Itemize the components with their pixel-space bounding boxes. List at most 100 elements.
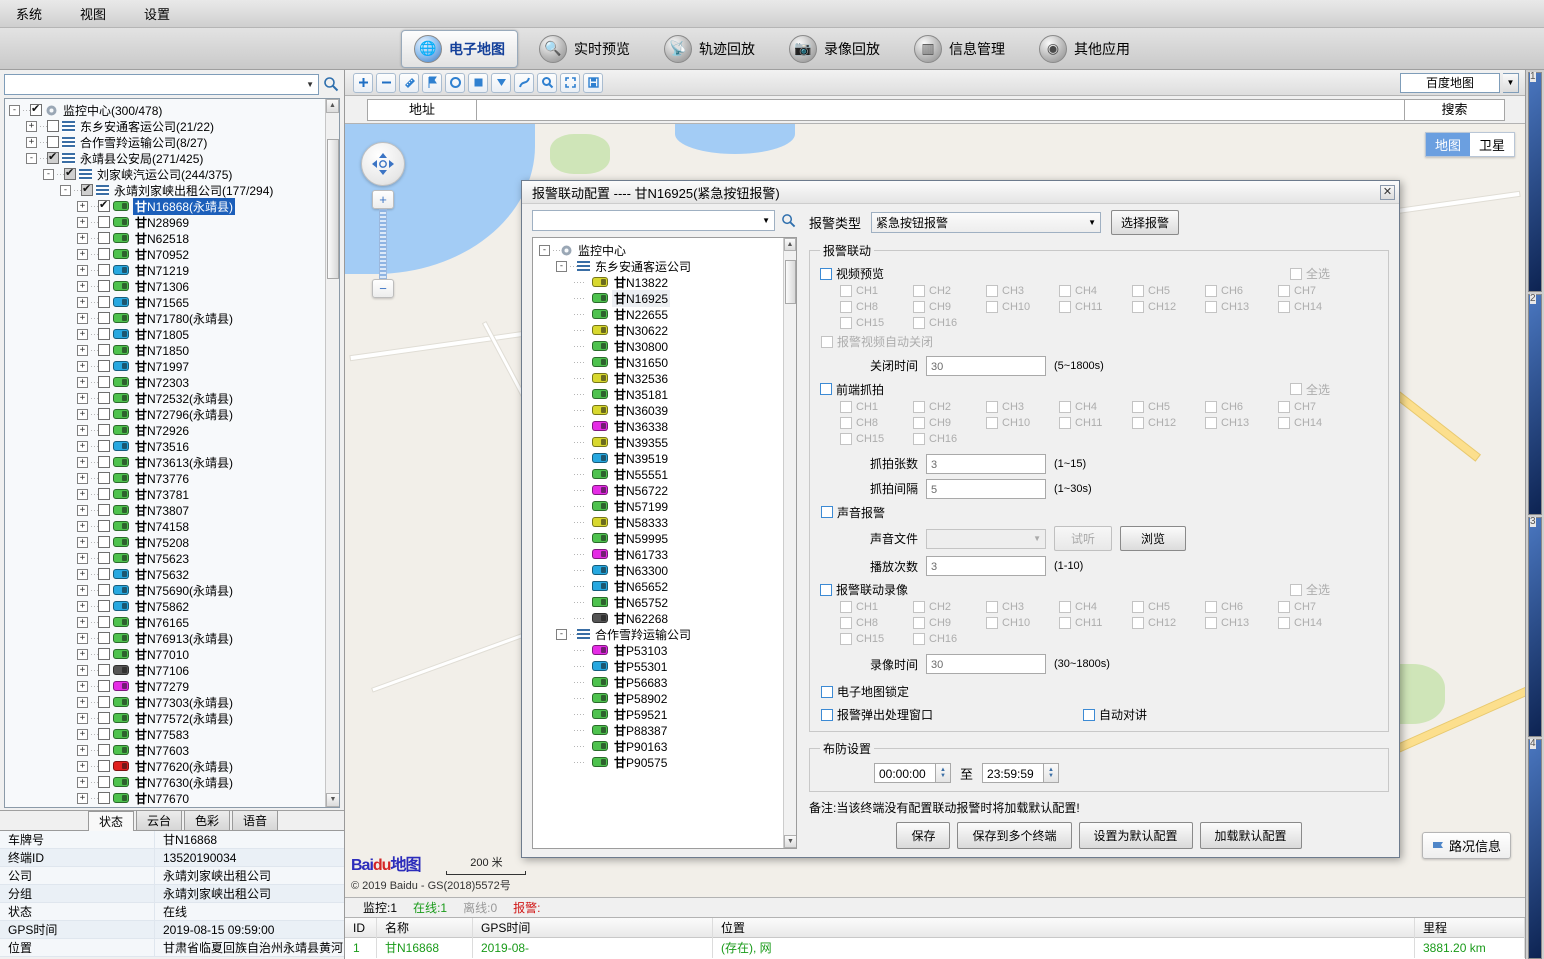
dialog-tree-node[interactable]: ····甘N13822	[539, 274, 796, 290]
channel-checkbox-ch6[interactable]: CH6	[1205, 285, 1278, 297]
dialog-device-tree[interactable]: -···监控中心-···东乡安通客运公司····甘N13822····甘N169…	[533, 238, 796, 848]
channel-checkbox-ch14[interactable]: CH14	[1278, 301, 1351, 313]
tree-node[interactable]: +···甘N72303	[9, 374, 339, 390]
time-to-value[interactable]: 23:59:59	[982, 763, 1044, 783]
video-cell[interactable]: 2	[1528, 294, 1542, 514]
alarm-type-select[interactable]: 紧急按钮报警 ▼	[871, 212, 1101, 233]
spinner-arrows-icon[interactable]: ▲▼	[1044, 763, 1059, 783]
video-cell[interactable]: 1	[1528, 72, 1542, 292]
tree-checkbox[interactable]	[98, 648, 110, 660]
expander-icon[interactable]: -	[43, 169, 54, 180]
zoom-out-icon[interactable]	[376, 73, 396, 93]
sound-file-select[interactable]: ▼	[926, 529, 1046, 549]
channel-checkbox-ch8[interactable]: CH8	[840, 417, 913, 429]
expander-icon[interactable]: +	[77, 473, 88, 484]
expander-icon[interactable]: +	[77, 633, 88, 644]
channel-checkbox-ch7[interactable]: CH7	[1278, 285, 1351, 297]
channel-checkbox-ch12[interactable]: CH12	[1132, 617, 1205, 629]
expander-icon[interactable]: +	[77, 649, 88, 660]
tree-node[interactable]: +···甘N71805	[9, 326, 339, 342]
load-default-button[interactable]: 加载默认配置	[1200, 822, 1302, 849]
expander-icon[interactable]: +	[77, 729, 88, 740]
tab-xinxi-guanli[interactable]: ▥ 信息管理	[901, 30, 1018, 68]
channel-checkbox-ch16[interactable]: CH16	[913, 433, 986, 445]
scroll-thumb[interactable]	[327, 139, 339, 279]
tree-node[interactable]: +···甘N62518	[9, 230, 339, 246]
zoom-out-button[interactable]: −	[372, 279, 394, 298]
expander-icon[interactable]: +	[77, 233, 88, 244]
square-icon[interactable]	[468, 73, 488, 93]
expander-icon[interactable]: +	[77, 521, 88, 532]
tree-checkbox[interactable]	[98, 360, 110, 372]
tree-checkbox[interactable]	[98, 296, 110, 308]
tree-checkbox[interactable]	[98, 312, 110, 324]
channel-checkbox-ch13[interactable]: CH13	[1205, 301, 1278, 313]
dialog-tree-node[interactable]: ····甘N65652	[539, 578, 796, 594]
tree-checkbox[interactable]	[98, 200, 110, 212]
zoom-in-icon[interactable]	[353, 73, 373, 93]
tree-checkbox[interactable]	[98, 488, 110, 500]
expander-icon[interactable]: +	[77, 569, 88, 580]
set-as-default-button[interactable]: 设置为默认配置	[1079, 822, 1193, 849]
channel-checkbox-ch6[interactable]: CH6	[1205, 401, 1278, 413]
dialog-tree-node[interactable]: ····甘N63300	[539, 562, 796, 578]
channel-checkbox-ch1[interactable]: CH1	[840, 601, 913, 613]
save-button[interactable]: 保存	[896, 822, 950, 849]
tree-node[interactable]: +···甘N77803	[9, 806, 339, 807]
expander-icon[interactable]: -	[9, 105, 20, 116]
video-cell[interactable]: 3	[1528, 517, 1542, 737]
expander-icon[interactable]: +	[77, 201, 88, 212]
circle-icon[interactable]	[445, 73, 465, 93]
dialog-tree-node[interactable]: ····甘N61733	[539, 546, 796, 562]
expander-icon[interactable]: +	[77, 361, 88, 372]
channel-checkbox-ch2[interactable]: CH2	[913, 285, 986, 297]
channel-checkbox-ch2[interactable]: CH2	[913, 601, 986, 613]
traffic-info-button[interactable]: 路况信息	[1422, 832, 1511, 859]
tree-node[interactable]: +···甘N73613(永靖县)	[9, 454, 339, 470]
tree-node[interactable]: +···东乡安通客运公司(21/22)	[9, 118, 339, 134]
tree-checkbox[interactable]	[98, 248, 110, 260]
channel-checkbox-ch5[interactable]: CH5	[1132, 401, 1205, 413]
channel-checkbox-ch4[interactable]: CH4	[1059, 601, 1132, 613]
tree-node[interactable]: +···甘N73516	[9, 438, 339, 454]
search-icon[interactable]	[322, 75, 340, 93]
menu-item-settings[interactable]: 设置	[140, 2, 174, 25]
tree-checkbox[interactable]	[98, 696, 110, 708]
expander-icon[interactable]: +	[77, 281, 88, 292]
tree-checkbox[interactable]	[98, 584, 110, 596]
map-lock-checkbox[interactable]: 电子地图锁定	[821, 683, 909, 700]
channel-checkbox-ch16[interactable]: CH16	[913, 633, 986, 645]
browse-button[interactable]: 浏览	[1120, 526, 1186, 551]
tree-node[interactable]: +···甘N75632	[9, 566, 339, 582]
channel-checkbox-ch15[interactable]: CH15	[840, 317, 913, 329]
expander-icon[interactable]: +	[77, 425, 88, 436]
tree-node[interactable]: +···甘N75690(永靖县)	[9, 582, 339, 598]
tree-node[interactable]: +···甘N73781	[9, 486, 339, 502]
dialog-tree-node[interactable]: ····甘N57199	[539, 498, 796, 514]
dialog-tree-node[interactable]: -···东乡安通客运公司	[539, 258, 796, 274]
tree-node[interactable]: -···永靖县公安局(271/425)	[9, 150, 339, 166]
expander-icon[interactable]: +	[77, 585, 88, 596]
channel-checkbox-ch10[interactable]: CH10	[986, 617, 1059, 629]
expander-icon[interactable]: -	[539, 245, 550, 256]
polyline-icon[interactable]	[514, 73, 534, 93]
dialog-tree-node[interactable]: ····甘N35181	[539, 386, 796, 402]
tab-status[interactable]: 状态	[88, 811, 134, 831]
tree-checkbox[interactable]	[98, 440, 110, 452]
channel-checkbox-ch3[interactable]: CH3	[986, 285, 1059, 297]
expander-icon[interactable]: +	[77, 297, 88, 308]
expander-icon[interactable]: +	[77, 681, 88, 692]
tree-node[interactable]: +···甘N77620(永靖县)	[9, 758, 339, 774]
channel-checkbox-ch15[interactable]: CH15	[840, 633, 913, 645]
tree-checkbox[interactable]	[47, 136, 59, 148]
tree-checkbox[interactable]	[98, 520, 110, 532]
dialog-tree-node[interactable]: ····甘P90163	[539, 738, 796, 754]
sound-alarm-checkbox[interactable]: 声音报警	[821, 504, 885, 521]
device-search-input[interactable]: ▼	[4, 74, 319, 95]
capture-count-input[interactable]: 3	[926, 454, 1046, 474]
tree-checkbox[interactable]	[98, 680, 110, 692]
expander-icon[interactable]: -	[26, 153, 37, 164]
table-row[interactable]: 1 甘N16868 2019-08- (存在), 网 3881.20 km	[345, 938, 1525, 958]
tree-node[interactable]: +···甘N73776	[9, 470, 339, 486]
tree-node[interactable]: +···甘N77572(永靖县)	[9, 710, 339, 726]
